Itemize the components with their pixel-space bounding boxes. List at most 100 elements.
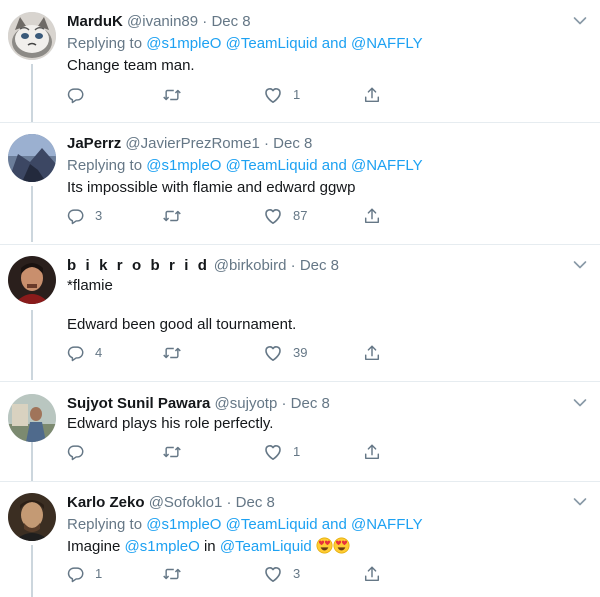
share-button[interactable]	[363, 343, 381, 363]
reply-icon	[67, 565, 85, 583]
username[interactable]: @ivanin89	[127, 13, 198, 30]
tweet-text-word: in	[203, 538, 216, 555]
timestamp[interactable]: Dec 8	[291, 395, 330, 412]
like-icon	[263, 343, 283, 363]
like-count: 39	[293, 345, 308, 360]
like-button[interactable]: 3	[263, 564, 300, 584]
avatar[interactable]	[8, 134, 56, 182]
caret-down-icon[interactable]	[573, 260, 587, 270]
reply-button[interactable]: 4	[67, 343, 102, 363]
like-button[interactable]: 1	[263, 442, 300, 462]
reply-button[interactable]	[67, 442, 95, 462]
tweet-text: Its impossible with flamie and edward gg…	[67, 179, 356, 196]
retweet-button[interactable]	[162, 85, 192, 105]
timestamp[interactable]: Dec 8	[211, 13, 250, 30]
share-button[interactable]	[363, 85, 381, 105]
retweet-icon	[162, 207, 182, 225]
display-name[interactable]: MarduK	[67, 13, 123, 30]
tweet-header: MarduK @ivanin89 · Dec 8	[67, 12, 560, 32]
tweet-text: Edward been good all tournament.	[67, 316, 297, 333]
mention-link[interactable]: @NAFFLY	[351, 157, 423, 174]
like-button[interactable]: 87	[263, 206, 307, 226]
share-button[interactable]	[363, 442, 381, 462]
mention-link[interactable]: @s1mpleO	[146, 516, 221, 533]
separator-dot: ·	[290, 257, 296, 274]
retweet-button[interactable]	[162, 442, 192, 462]
reply-count: 4	[95, 345, 103, 360]
reply-icon	[67, 207, 85, 225]
divider	[0, 244, 600, 245]
tweet-text: Change team man.	[67, 57, 195, 74]
retweet-button[interactable]	[162, 206, 192, 226]
caret-down-icon[interactable]	[573, 398, 587, 408]
avatar[interactable]	[8, 256, 56, 304]
mention-link[interactable]: @TeamLiquid	[220, 538, 312, 555]
tweet-header: Sujyot Sunil Pawara @sujyotp · Dec 8	[67, 394, 560, 414]
replying-to-label: Replying to	[67, 157, 143, 174]
like-count: 87	[293, 208, 308, 223]
like-button[interactable]: 39	[263, 343, 307, 363]
timestamp[interactable]: Dec 8	[236, 494, 275, 511]
display-name[interactable]: Sujyot Sunil Pawara	[67, 395, 210, 412]
display-name[interactable]: Karlo Zeko	[67, 494, 145, 511]
caret-down-icon[interactable]	[573, 16, 587, 26]
tweet[interactable]: b i k r o b r i d @birkobird · Dec 8 *fl…	[0, 256, 600, 376]
divider	[0, 381, 600, 382]
tweet[interactable]: MarduK @ivanin89 · Dec 8 Replying to @s1…	[0, 12, 600, 116]
username[interactable]: @birkobird	[214, 257, 287, 274]
avatar[interactable]	[8, 12, 56, 60]
share-icon	[363, 443, 381, 461]
display-name[interactable]: b i k r o b r i d	[67, 257, 210, 274]
timestamp[interactable]: Dec 8	[273, 135, 312, 152]
mention-link[interactable]: @TeamLiquid	[226, 516, 318, 533]
share-icon	[363, 565, 381, 583]
share-icon	[363, 344, 381, 362]
reply-button[interactable]: 3	[67, 206, 102, 226]
reply-button[interactable]: 1	[67, 564, 102, 584]
like-button[interactable]: 1	[263, 85, 300, 105]
share-icon	[363, 86, 381, 104]
retweet-button[interactable]	[162, 564, 192, 584]
tweet-actions: 1	[67, 85, 397, 105]
reply-count: 3	[95, 208, 103, 223]
tweet-header: Karlo Zeko @Sofoklo1 · Dec 8	[67, 493, 560, 513]
reply-icon	[67, 344, 85, 362]
mention-link[interactable]: @NAFFLY	[351, 35, 423, 52]
tweet-text: *flamie	[67, 277, 113, 294]
tweet-text: Imagine @s1mpleO in @TeamLiquid	[67, 537, 350, 557]
tweet[interactable]: JaPerrz @JavierPrezRome1 · Dec 8 Replyin…	[0, 134, 600, 238]
and-label: and	[321, 35, 347, 52]
like-count: 3	[293, 566, 301, 581]
share-button[interactable]	[363, 206, 381, 226]
like-count: 1	[293, 87, 301, 102]
share-button[interactable]	[363, 564, 381, 584]
retweet-icon	[162, 565, 182, 583]
replying-to: Replying to @s1mpleO @TeamLiquid and @NA…	[67, 515, 423, 535]
timestamp[interactable]: Dec 8	[300, 257, 339, 274]
separator-dot: ·	[226, 494, 232, 511]
mention-link[interactable]: @s1mpleO	[146, 35, 221, 52]
caret-down-icon[interactable]	[573, 497, 587, 507]
reply-button[interactable]	[67, 85, 95, 105]
tweet-text-word: Imagine	[67, 538, 121, 555]
replying-to: Replying to @s1mpleO @TeamLiquid and @NA…	[67, 34, 423, 54]
separator-dot: ·	[202, 13, 208, 30]
like-icon	[263, 442, 283, 462]
mention-link[interactable]: @NAFFLY	[351, 516, 423, 533]
avatar[interactable]	[8, 493, 56, 541]
mention-link[interactable]: @TeamLiquid	[226, 35, 318, 52]
mention-link[interactable]: @TeamLiquid	[226, 157, 318, 174]
divider	[0, 122, 600, 123]
mention-link[interactable]: @s1mpleO	[146, 157, 221, 174]
retweet-button[interactable]	[162, 343, 192, 363]
mention-link[interactable]: @s1mpleO	[125, 538, 200, 555]
username[interactable]: @sujyotp	[215, 395, 278, 412]
display-name[interactable]: JaPerrz	[67, 135, 121, 152]
tweet[interactable]: Sujyot Sunil Pawara @sujyotp · Dec 8 Edw…	[0, 394, 600, 474]
avatar[interactable]	[8, 394, 56, 442]
like-icon	[263, 85, 283, 105]
tweet[interactable]: Karlo Zeko @Sofoklo1 · Dec 8 Replying to…	[0, 493, 600, 597]
username[interactable]: @JavierPrezRome1	[125, 135, 259, 152]
reply-icon	[67, 443, 85, 461]
username[interactable]: @Sofoklo1	[149, 494, 223, 511]
